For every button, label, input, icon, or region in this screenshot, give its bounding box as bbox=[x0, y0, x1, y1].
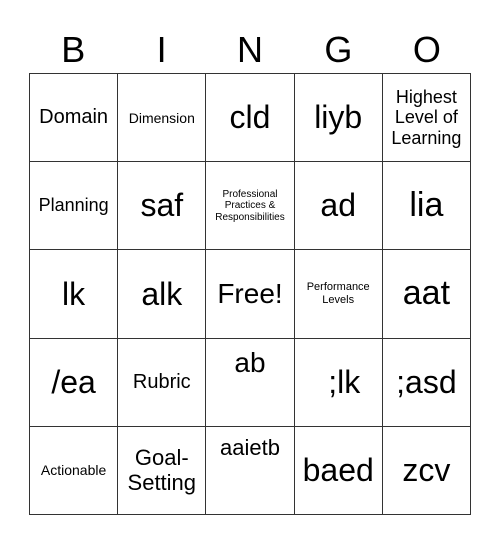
bingo-cell[interactable]: liyb bbox=[294, 74, 383, 163]
bingo-cell[interactable]: Rubric bbox=[118, 338, 207, 427]
bingo-cell[interactable]: zcv bbox=[382, 426, 471, 515]
bingo-cell[interactable]: aat bbox=[382, 250, 471, 339]
bingo-cell[interactable]: Goal-Setting bbox=[118, 426, 207, 515]
bingo-cell[interactable]: Performance Levels bbox=[294, 250, 383, 339]
bingo-cell[interactable]: alk bbox=[118, 250, 207, 339]
bingo-cell[interactable]: ;lk bbox=[294, 338, 383, 427]
bingo-cell[interactable]: Highest Level of Learning bbox=[382, 74, 471, 163]
bingo-cell[interactable]: saf bbox=[118, 162, 207, 251]
header-letter-i: I bbox=[156, 29, 167, 70]
bingo-cell[interactable]: lk bbox=[30, 250, 119, 339]
bingo-header: B I N G O bbox=[29, 28, 471, 72]
bingo-card-grid: Domain Dimension cld liyb Highest Level … bbox=[29, 73, 471, 515]
bingo-cell[interactable]: cld bbox=[206, 74, 295, 163]
bingo-cell[interactable]: ad bbox=[294, 162, 383, 251]
bingo-cell[interactable]: lia bbox=[382, 162, 471, 251]
free-space-cell[interactable]: Free! bbox=[206, 250, 295, 339]
bingo-cell[interactable]: ;asd bbox=[382, 338, 471, 427]
bingo-cell[interactable]: Domain bbox=[30, 74, 119, 163]
bingo-cell[interactable]: Actionable bbox=[30, 426, 119, 515]
header-letter-g: G bbox=[324, 29, 353, 70]
bingo-cell[interactable]: baed bbox=[294, 426, 383, 515]
header-letter-o: O bbox=[412, 29, 441, 70]
bingo-cell[interactable]: aaietb bbox=[206, 426, 295, 515]
bingo-cell[interactable]: Planning bbox=[30, 162, 119, 251]
header-letter-n: N bbox=[237, 29, 264, 70]
bingo-cell[interactable]: Dimension bbox=[118, 74, 207, 163]
bingo-cell[interactable]: ab bbox=[206, 338, 295, 427]
header-letter-b: B bbox=[61, 29, 86, 70]
bingo-cell[interactable]: Professional Practices & Responsibilitie… bbox=[206, 162, 295, 251]
bingo-cell[interactable]: /ea bbox=[30, 338, 119, 427]
